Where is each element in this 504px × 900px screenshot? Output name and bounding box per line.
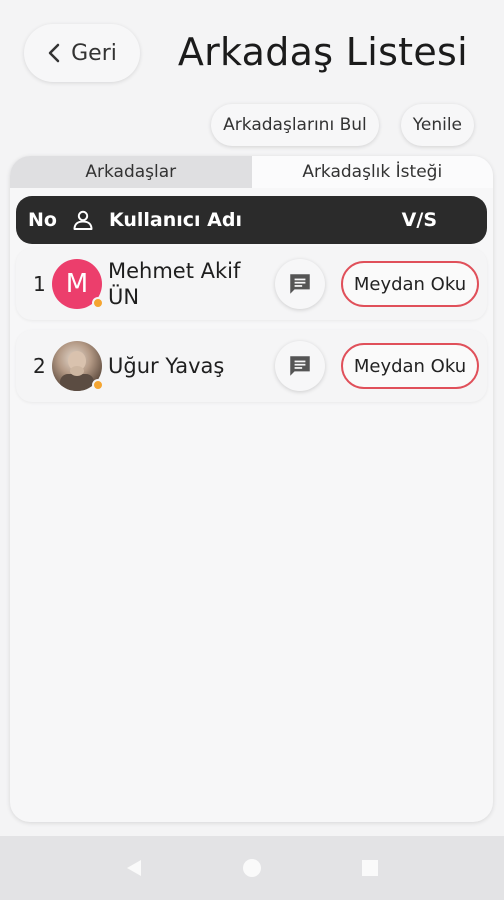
challenge-button[interactable]: Meydan Oku [341, 343, 479, 389]
system-nav-bar [0, 836, 504, 900]
find-friends-button[interactable]: Arkadaşlarını Bul [211, 104, 379, 146]
column-username: Kullanıcı Adı [108, 209, 242, 231]
action-row: Arkadaşlarını Bul Yenile [211, 104, 474, 146]
refresh-button[interactable]: Yenile [400, 104, 474, 146]
tab-bar: Arkadaşlar Arkadaşlık İsteği [10, 156, 493, 188]
column-no: No [28, 209, 57, 231]
triangle-back-icon[interactable] [123, 857, 145, 879]
back-button[interactable]: Geri [24, 24, 140, 82]
chevron-left-icon [48, 43, 60, 63]
friend-row: 1 M Mehmet Akif ÜN Meydan Oku [16, 248, 487, 320]
tab-friend-requests[interactable]: Arkadaşlık İsteği [251, 156, 493, 188]
friend-number: 2 [33, 354, 46, 378]
user-icon [73, 210, 93, 230]
friend-name: Mehmet Akif ÜN [108, 259, 241, 309]
page-title: Arkadaş Listesi [177, 30, 468, 74]
back-label: Geri [71, 40, 117, 66]
friend-number: 1 [33, 272, 46, 296]
square-recent-icon[interactable] [359, 857, 381, 879]
online-status-dot [92, 297, 104, 309]
challenge-button[interactable]: Meydan Oku [341, 261, 479, 307]
message-button[interactable] [275, 259, 325, 309]
friends-list: 1 M Mehmet Akif ÜN Meydan Oku 2 Uğur Yav… [16, 248, 487, 412]
circle-home-icon[interactable] [241, 857, 263, 879]
chat-icon [290, 274, 310, 294]
tab-friends[interactable]: Arkadaşlar [10, 156, 252, 188]
friends-panel: Arkadaşlar Arkadaşlık İsteği No Kullanıc… [10, 156, 493, 822]
chat-icon [290, 356, 310, 376]
table-header: No Kullanıcı Adı V/S [16, 196, 487, 244]
online-status-dot [92, 379, 104, 391]
message-button[interactable] [275, 341, 325, 391]
friend-row: 2 Uğur Yavaş Meydan Oku [16, 330, 487, 402]
column-vs: V/S [401, 209, 437, 231]
friend-name: Uğur Yavaş [108, 354, 225, 378]
top-bar: Geri Arkadaş Listesi [0, 0, 504, 100]
